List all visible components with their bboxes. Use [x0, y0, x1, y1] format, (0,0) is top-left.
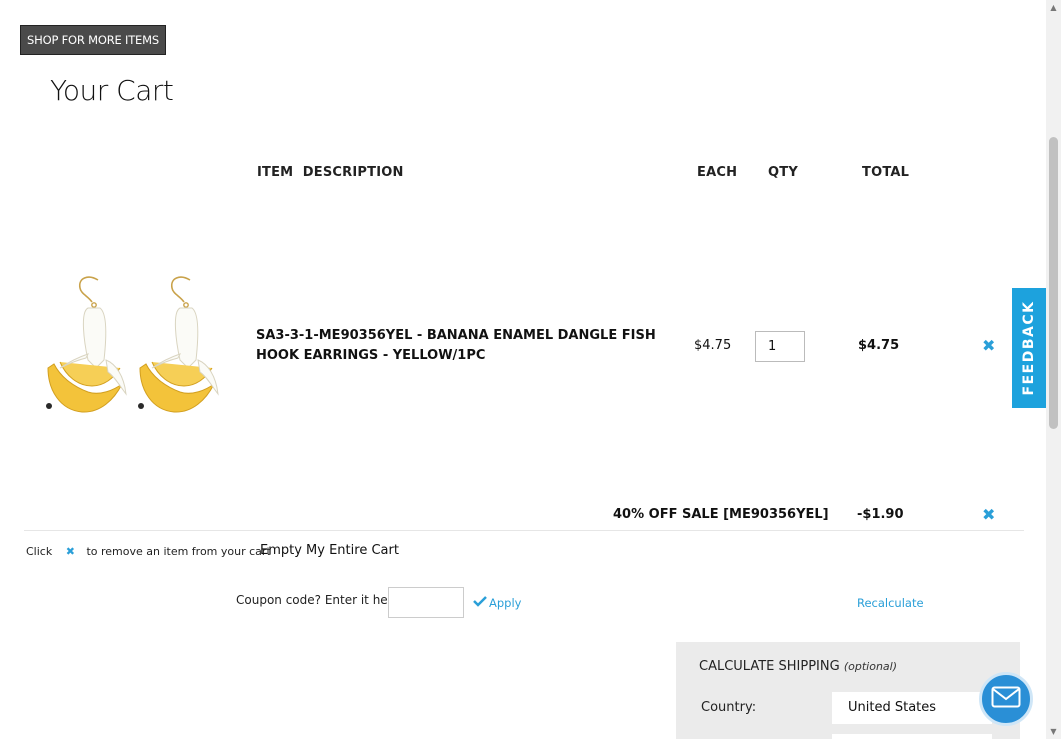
envelope-icon [991, 686, 1021, 712]
instruction-suffix: to remove an item from your cart [86, 545, 271, 558]
feedback-tab[interactable]: FEEDBACK [1012, 288, 1046, 408]
recalculate-link[interactable]: Recalculate [857, 596, 924, 610]
checkmark-icon [473, 595, 487, 610]
shipping-title-note: (optional) [843, 660, 898, 673]
country-select[interactable]: United States [832, 692, 992, 724]
scrollbar-thumb[interactable] [1049, 137, 1058, 429]
banana-earrings-image[interactable] [30, 272, 230, 422]
item-each-price: $4.75 [694, 338, 732, 353]
chat-button[interactable] [979, 672, 1033, 726]
item-total-price: $4.75 [858, 338, 900, 353]
column-header-item-description: ITEM DESCRIPTION [257, 165, 404, 180]
column-header-each: EACH [697, 165, 738, 180]
shipping-title: CALCULATE SHIPPING (optional) [699, 659, 897, 674]
apply-label: Apply [489, 595, 522, 610]
remove-discount-close-icon[interactable]: ✖ [982, 505, 995, 524]
coupon-label: Coupon code? Enter it here: [236, 593, 404, 607]
shipping-title-text: CALCULATE SHIPPING [699, 659, 840, 674]
coupon-input[interactable] [388, 587, 464, 618]
item-description[interactable]: SA3-3-1-ME90356YEL - BANANA ENAMEL DANGL… [256, 326, 676, 366]
scroll-down-arrow-icon[interactable]: ▼ [1046, 724, 1061, 739]
close-x-icon: ✖ [65, 545, 75, 558]
country-label: Country: [701, 700, 757, 715]
shipping-panel [676, 642, 1020, 739]
remove-instruction: Click ✖ to remove an item from your cart [26, 545, 271, 558]
discount-amount: -$1.90 [857, 507, 904, 522]
discount-label: 40% OFF SALE [ME90356YEL] [613, 507, 829, 522]
page-title: Your Cart [50, 74, 174, 107]
remove-item-close-icon[interactable]: ✖ [982, 336, 995, 355]
scroll-up-arrow-icon[interactable]: ▲ [1046, 0, 1061, 15]
column-header-qty: QTY [768, 165, 798, 180]
state-select[interactable] [832, 734, 992, 744]
shop-for-more-items-button[interactable]: SHOP FOR MORE ITEMS [20, 25, 166, 55]
apply-coupon-button[interactable]: Apply [473, 595, 521, 610]
feedback-label: FEEDBACK [1021, 300, 1037, 396]
empty-cart-link[interactable]: Empty My Entire Cart [260, 543, 399, 558]
divider [24, 530, 1024, 531]
quantity-input[interactable] [755, 331, 805, 362]
column-header-total: TOTAL [862, 165, 910, 180]
instruction-prefix: Click [26, 545, 53, 558]
